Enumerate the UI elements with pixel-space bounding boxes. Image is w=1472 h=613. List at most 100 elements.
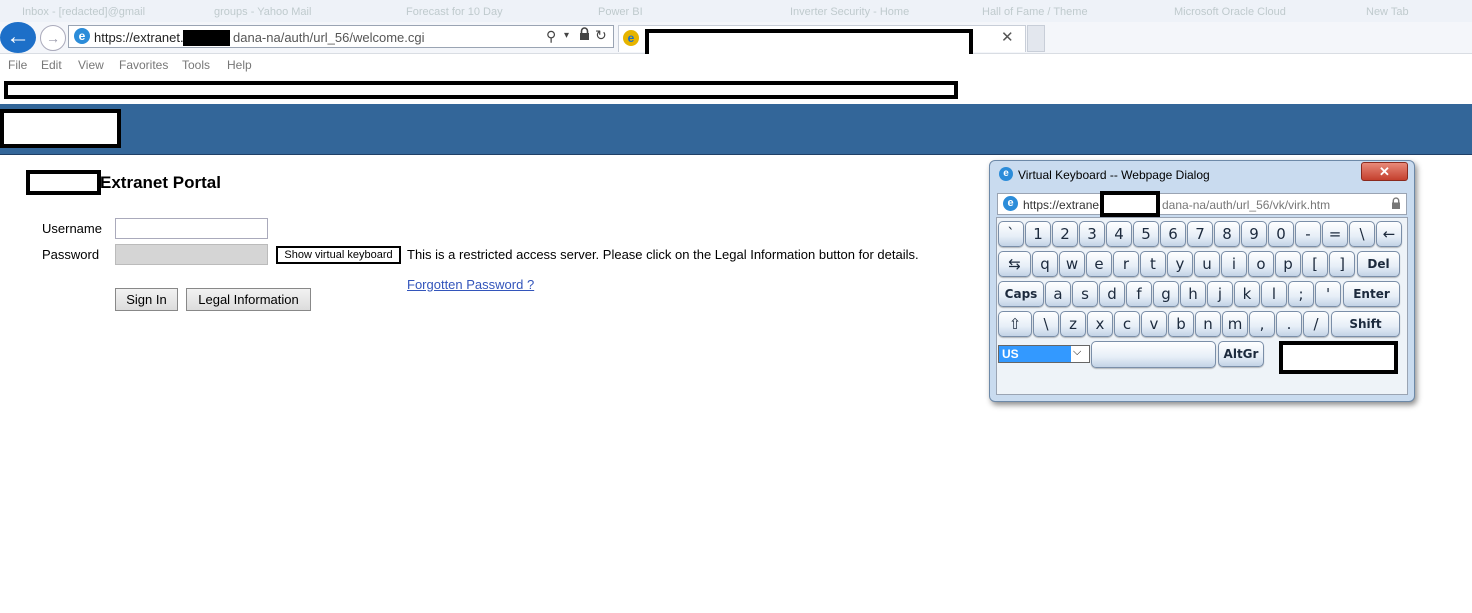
background-tab[interactable]: Inverter Security - Home xyxy=(768,0,960,18)
vk-key[interactable]: ← xyxy=(1376,221,1402,247)
vk-key[interactable]: Enter xyxy=(1343,281,1400,307)
vk-key[interactable]: o xyxy=(1248,251,1274,277)
vk-key[interactable]: , xyxy=(1249,311,1275,337)
show-virtual-keyboard-button[interactable]: Show virtual keyboard xyxy=(276,246,401,264)
vk-key[interactable]: . xyxy=(1276,311,1302,337)
background-tab[interactable]: Power BI xyxy=(576,0,768,18)
background-tab[interactable]: Microsoft Oracle Cloud xyxy=(1152,0,1344,18)
forward-button[interactable]: → xyxy=(40,25,66,51)
username-input[interactable] xyxy=(115,218,268,239)
legal-information-button[interactable]: Legal Information xyxy=(186,288,311,311)
vk-key[interactable]: i xyxy=(1221,251,1247,277)
password-input[interactable] xyxy=(115,244,268,265)
vk-key[interactable]: m xyxy=(1222,311,1248,337)
vk-key[interactable]: 9 xyxy=(1241,221,1267,247)
vk-key[interactable]: v xyxy=(1141,311,1167,337)
background-tab[interactable]: groups - Yahoo Mail xyxy=(192,0,384,18)
vk-key[interactable]: 4 xyxy=(1106,221,1132,247)
vk-key[interactable]: \ xyxy=(1033,311,1059,337)
chevron-down-icon[interactable]: ⌵ xyxy=(1073,346,1081,359)
menu-favorites[interactable]: Favorites xyxy=(119,58,168,72)
vk-key[interactable]: 3 xyxy=(1079,221,1105,247)
background-tab-strip[interactable]: Inbox - [redacted]@gmail groups - Yahoo M… xyxy=(0,0,1472,22)
vk-key[interactable]: 8 xyxy=(1214,221,1240,247)
search-icon[interactable]: ⚲ xyxy=(546,28,556,45)
vk-key[interactable]: 0 xyxy=(1268,221,1294,247)
site-banner xyxy=(0,104,1472,155)
new-tab-button[interactable] xyxy=(1027,25,1045,52)
menu-help[interactable]: Help xyxy=(227,58,252,72)
sign-in-button[interactable]: Sign In xyxy=(115,288,178,311)
back-button[interactable]: ← xyxy=(0,22,36,53)
background-tab[interactable]: Forecast for 10 Day xyxy=(384,0,576,18)
vk-key[interactable]: l xyxy=(1261,281,1287,307)
lock-icon xyxy=(1392,197,1400,209)
vk-key[interactable]: d xyxy=(1099,281,1125,307)
redaction-box xyxy=(1279,341,1398,374)
redaction-box xyxy=(26,170,101,195)
background-tab[interactable]: Hall of Fame / Theme xyxy=(960,0,1152,18)
background-tab[interactable]: New Tab xyxy=(1344,0,1472,18)
vk-key[interactable]: b xyxy=(1168,311,1194,337)
vk-key[interactable]: h xyxy=(1180,281,1206,307)
vk-key[interactable]: w xyxy=(1059,251,1085,277)
vk-key[interactable]: 7 xyxy=(1187,221,1213,247)
menu-edit[interactable]: Edit xyxy=(41,58,62,72)
vk-key[interactable]: y xyxy=(1167,251,1193,277)
vk-key[interactable]: [ xyxy=(1302,251,1328,277)
vk-key[interactable]: p xyxy=(1275,251,1301,277)
menu-tools[interactable]: Tools xyxy=(182,58,210,72)
vk-key[interactable]: t xyxy=(1140,251,1166,277)
vk-key-space[interactable] xyxy=(1091,341,1216,368)
vk-key[interactable]: \ xyxy=(1349,221,1375,247)
vk-key[interactable]: = xyxy=(1322,221,1348,247)
vk-key[interactable]: AltGr xyxy=(1218,341,1264,367)
vk-key[interactable]: k xyxy=(1234,281,1260,307)
vk-key[interactable]: ] xyxy=(1329,251,1355,277)
vk-key[interactable]: a xyxy=(1045,281,1071,307)
dialog-close-button[interactable]: ✕ xyxy=(1361,162,1408,181)
vk-key[interactable]: j xyxy=(1207,281,1233,307)
background-tab[interactable]: Inbox - [redacted]@gmail xyxy=(0,0,192,18)
vk-key[interactable]: - xyxy=(1295,221,1321,247)
vk-key[interactable]: s xyxy=(1072,281,1098,307)
redaction-box xyxy=(183,30,230,46)
vk-key[interactable]: Caps xyxy=(998,281,1044,307)
dropdown-arrow-icon[interactable]: ▾ xyxy=(564,30,569,41)
language-selected-value[interactable]: US xyxy=(999,346,1071,362)
vk-key[interactable]: ⇧ xyxy=(998,311,1032,337)
close-tab-icon[interactable]: ✕ xyxy=(1001,28,1014,46)
vk-key[interactable]: ' xyxy=(1315,281,1341,307)
vk-key[interactable]: Shift xyxy=(1331,311,1400,337)
vk-key[interactable]: u xyxy=(1194,251,1220,277)
vk-key[interactable]: r xyxy=(1113,251,1139,277)
lock-icon[interactable] xyxy=(579,27,590,41)
vk-key[interactable]: ` xyxy=(998,221,1024,247)
menu-file[interactable]: File xyxy=(8,58,27,72)
vk-key[interactable]: 1 xyxy=(1025,221,1051,247)
vk-key[interactable]: / xyxy=(1303,311,1329,337)
vk-key[interactable]: z xyxy=(1060,311,1086,337)
vk-key[interactable]: x xyxy=(1087,311,1113,337)
vk-key[interactable]: n xyxy=(1195,311,1221,337)
forgot-password-link[interactable]: Forgotten Password ? xyxy=(407,277,534,292)
vk-key[interactable]: e xyxy=(1086,251,1112,277)
address-url-suffix: dana-na/auth/url_56/welcome.cgi xyxy=(233,30,425,45)
vk-key[interactable]: ; xyxy=(1288,281,1314,307)
vk-key[interactable]: g xyxy=(1153,281,1179,307)
dialog-url-prefix: https://extrane xyxy=(1023,198,1100,212)
vk-key[interactable]: f xyxy=(1126,281,1152,307)
logo-redaction xyxy=(0,109,121,148)
vk-key[interactable]: Del xyxy=(1357,251,1400,277)
menu-view[interactable]: View xyxy=(78,58,104,72)
vk-key[interactable]: ⇆ xyxy=(998,251,1031,277)
refresh-icon[interactable]: ↻ xyxy=(595,27,607,44)
vk-key[interactable]: c xyxy=(1114,311,1140,337)
vk-key[interactable]: 6 xyxy=(1160,221,1186,247)
vk-key[interactable]: 2 xyxy=(1052,221,1078,247)
back-arrow-icon: ← xyxy=(6,23,30,50)
vk-key[interactable]: 5 xyxy=(1133,221,1159,247)
vk-key[interactable]: q xyxy=(1032,251,1058,277)
ie-icon: e xyxy=(74,28,90,44)
restricted-notice: This is a restricted access server. Plea… xyxy=(407,247,919,262)
